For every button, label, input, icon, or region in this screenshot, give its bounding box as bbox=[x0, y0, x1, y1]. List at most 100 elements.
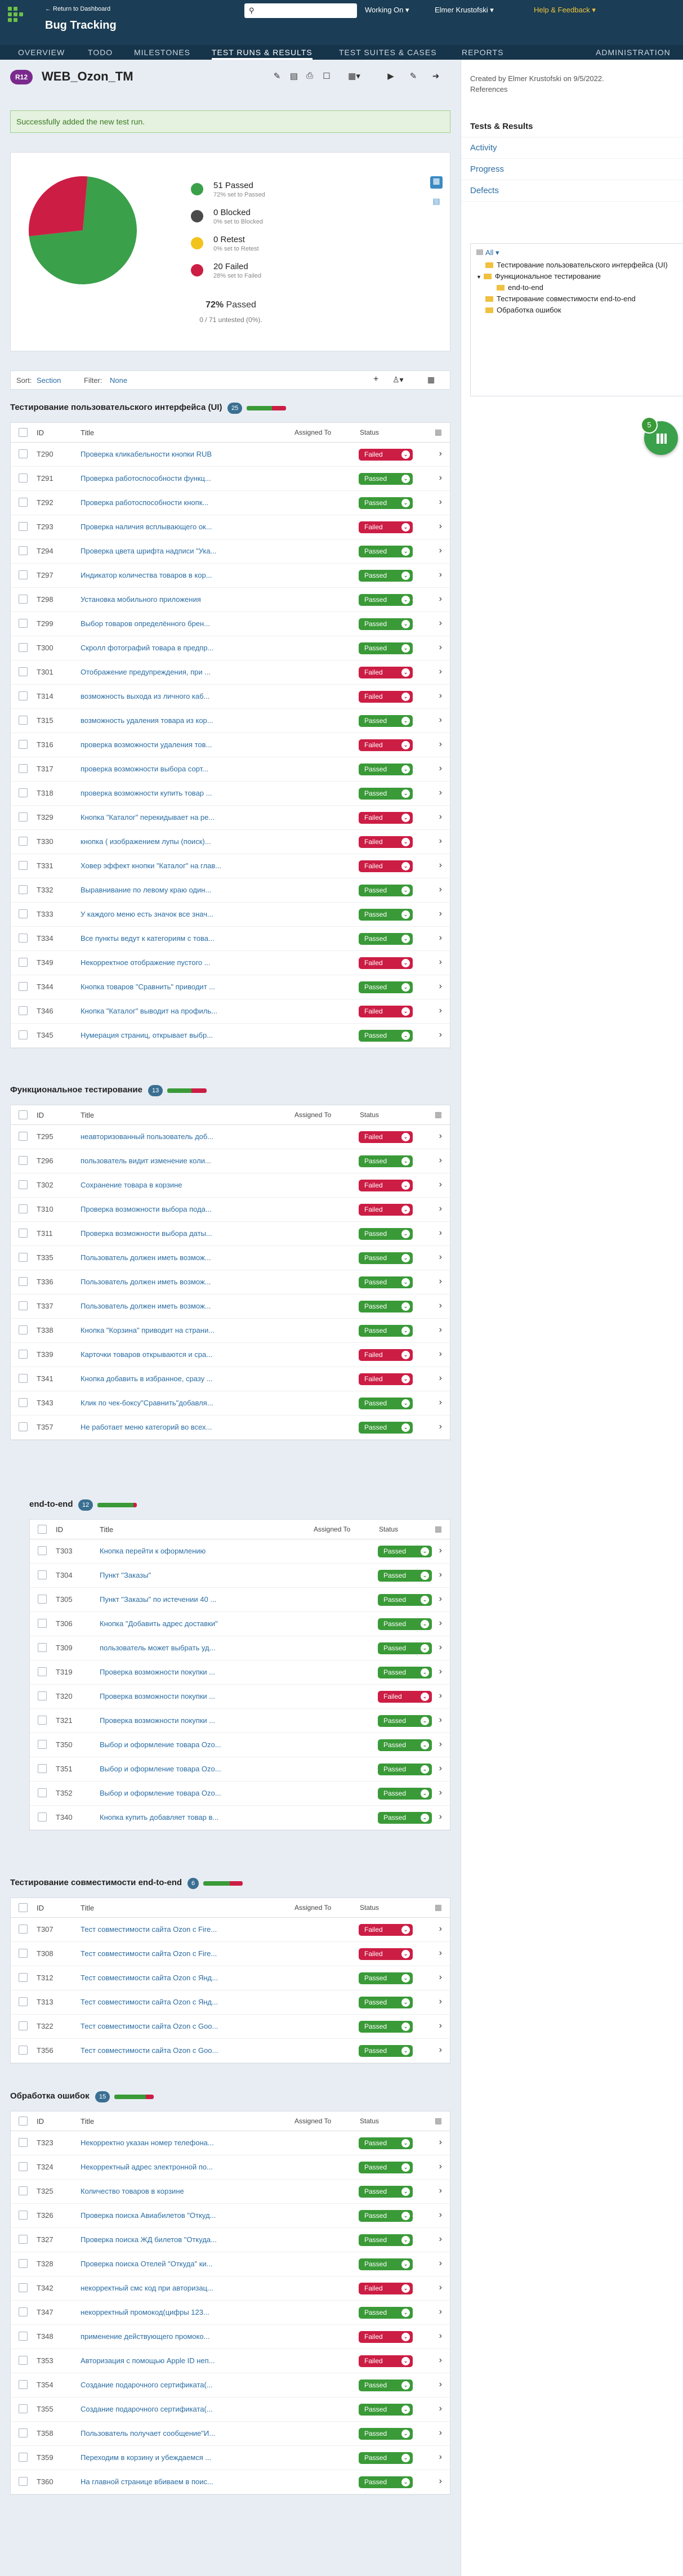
chevron-right-icon[interactable]: › bbox=[439, 1691, 442, 1701]
chevron-right-icon[interactable]: › bbox=[439, 1594, 442, 1604]
status-dropdown[interactable]: Passed ⌄ bbox=[359, 2045, 413, 2057]
chevron-right-icon[interactable]: › bbox=[439, 1228, 442, 1238]
test-title-link[interactable]: Выравнивание по левому краю один... bbox=[81, 886, 272, 894]
columns-icon[interactable]: ▦ bbox=[427, 375, 435, 385]
lock-icon[interactable]: ☐ bbox=[321, 71, 332, 82]
row-checkbox[interactable] bbox=[19, 1229, 28, 1238]
status-dropdown[interactable]: Passed ⌄ bbox=[359, 2186, 413, 2198]
row-checkbox[interactable] bbox=[19, 1301, 28, 1310]
chevron-right-icon[interactable]: › bbox=[439, 2379, 442, 2390]
status-dropdown[interactable]: Passed ⌄ bbox=[359, 1276, 413, 1288]
test-title-link[interactable]: У каждого меню есть значок все знач... bbox=[81, 910, 272, 918]
test-title-link[interactable]: проверка возможности удаления тов... bbox=[81, 740, 272, 749]
row-checkbox[interactable] bbox=[19, 2428, 28, 2437]
test-title-link[interactable]: Кнопка купить добавляет товар в... bbox=[100, 1813, 291, 1821]
chevron-right-icon[interactable]: › bbox=[439, 812, 442, 822]
test-title-link[interactable]: Пользователь должен иметь возмож... bbox=[81, 1278, 272, 1286]
table-row[interactable]: T315 возможность удаления товара из кор..… bbox=[11, 709, 450, 733]
test-title-link[interactable]: некорректный смс код при авторизац... bbox=[81, 2284, 272, 2292]
section-title[interactable]: end-to-end bbox=[29, 1499, 73, 1509]
test-title-link[interactable]: Проверка поиска ЖД билетов "Откуда... bbox=[81, 2235, 272, 2244]
table-row[interactable]: T350 Выбор и оформление товара Ozo... Pass… bbox=[30, 1733, 450, 1757]
test-title-link[interactable]: Некорректный адрес электронной по... bbox=[81, 2163, 272, 2171]
row-checkbox[interactable] bbox=[19, 2162, 28, 2171]
tab-test-runs[interactable]: TEST RUNS & RESULTS bbox=[212, 45, 313, 60]
table-row[interactable]: T316 проверка возможности удаления тов...… bbox=[11, 733, 450, 757]
test-title-link[interactable]: пользователь видит изменение коли... bbox=[81, 1157, 272, 1165]
table-row[interactable]: T329 Кнопка "Каталог" перекидывает на ре.… bbox=[11, 806, 450, 830]
chevron-right-icon[interactable]: › bbox=[439, 1131, 442, 1141]
status-dropdown[interactable]: Failed ⌄ bbox=[359, 739, 413, 751]
table-row[interactable]: T317 проверка возможности выбора сорт... P… bbox=[11, 757, 450, 782]
status-dropdown[interactable]: Passed ⌄ bbox=[359, 2021, 413, 2033]
test-title-link[interactable]: Пункт "Заказы" по истечении 40 ... bbox=[100, 1595, 291, 1604]
row-checkbox[interactable] bbox=[38, 1716, 47, 1725]
status-dropdown[interactable]: Passed ⌄ bbox=[359, 1301, 413, 1312]
table-row[interactable]: T302 Сохранение товара в корзине Failed ⌄ › bbox=[11, 1173, 450, 1198]
chevron-right-icon[interactable]: › bbox=[439, 1349, 442, 1359]
row-checkbox[interactable] bbox=[19, 643, 28, 652]
chevron-right-icon[interactable]: › bbox=[439, 1618, 442, 1628]
chevron-right-icon[interactable]: › bbox=[439, 2021, 442, 2031]
filter-value[interactable]: None bbox=[110, 376, 127, 385]
table-row[interactable]: T340 Кнопка купить добавляет товар в... Pa… bbox=[30, 1806, 450, 1830]
row-checkbox[interactable] bbox=[19, 1325, 28, 1334]
test-title-link[interactable]: некорректный промокод(цифры 123... bbox=[81, 2308, 272, 2316]
row-checkbox[interactable] bbox=[19, 1006, 28, 1015]
test-title-link[interactable]: Кнопка товаров "Сравнить" приводит ... bbox=[81, 983, 272, 991]
status-dropdown[interactable]: Passed ⌄ bbox=[359, 2307, 413, 2319]
table-row[interactable]: T314 возможность выхода из личного каб...… bbox=[11, 685, 450, 709]
table-row[interactable]: T319 Проверка возможности покупки ... Pass… bbox=[30, 1660, 450, 1685]
report-icon[interactable]: ▤ bbox=[288, 71, 300, 82]
chevron-right-icon[interactable]: › bbox=[439, 1398, 442, 1408]
test-title-link[interactable]: Выбор и оформление товара Ozo... bbox=[100, 1789, 291, 1797]
row-checkbox[interactable] bbox=[19, 1997, 28, 2006]
chevron-right-icon[interactable]: › bbox=[439, 764, 442, 774]
add-icon[interactable]: + bbox=[373, 374, 378, 385]
table-row[interactable]: T335 Пользователь должен иметь возмож... P… bbox=[11, 1246, 450, 1270]
chevron-right-icon[interactable]: › bbox=[439, 788, 442, 798]
status-dropdown[interactable]: Passed ⌄ bbox=[359, 1997, 413, 2008]
table-row[interactable]: T291 Проверка работоспособности функц... P… bbox=[11, 467, 450, 491]
test-title-link[interactable]: Проверка наличия всплывающего ок... bbox=[81, 523, 272, 531]
test-title-link[interactable]: Кнопка перейти к оформлению bbox=[100, 1547, 291, 1555]
table-row[interactable]: T337 Пользователь должен иметь возмож... P… bbox=[11, 1294, 450, 1319]
row-checkbox[interactable] bbox=[19, 546, 28, 555]
row-checkbox[interactable] bbox=[19, 1180, 28, 1189]
tree-item-errors[interactable]: Обработка ошибок bbox=[485, 306, 561, 314]
row-checkbox[interactable] bbox=[19, 958, 28, 967]
test-title-link[interactable]: Ховер эффект кнопки "Каталог" на глав... bbox=[81, 861, 272, 870]
row-checkbox[interactable] bbox=[19, 1277, 28, 1286]
return-to-dashboard-link[interactable]: ← Return to Dashboard bbox=[45, 6, 110, 12]
chevron-right-icon[interactable]: › bbox=[439, 546, 442, 556]
row-checkbox[interactable] bbox=[19, 667, 28, 676]
row-checkbox[interactable] bbox=[19, 1949, 28, 1958]
status-dropdown[interactable]: Failed ⌄ bbox=[359, 957, 413, 969]
sidebar-item-defects[interactable]: Defects bbox=[461, 180, 683, 202]
test-title-link[interactable]: применение действующего промоко... bbox=[81, 2332, 272, 2341]
status-dropdown[interactable]: Passed ⌄ bbox=[359, 642, 413, 654]
test-title-link[interactable]: Сохранение товара в корзине bbox=[81, 1181, 272, 1189]
chevron-right-icon[interactable]: › bbox=[439, 667, 442, 677]
row-checkbox[interactable] bbox=[38, 1667, 47, 1676]
row-checkbox[interactable] bbox=[19, 885, 28, 894]
status-dropdown[interactable]: Passed ⌄ bbox=[359, 594, 413, 606]
test-title-link[interactable]: Тест совместимости сайта Ozon с Янд... bbox=[81, 1998, 272, 2006]
row-checkbox[interactable] bbox=[19, 1253, 28, 1262]
row-checkbox[interactable] bbox=[19, 2404, 28, 2413]
test-title-link[interactable]: Переходим в корзину и убеждаемся ... bbox=[81, 2453, 272, 2462]
table-row[interactable]: T349 Некорректное отображение пустого ...… bbox=[11, 951, 450, 975]
table-row[interactable]: T356 Тест совместимости сайта Ozon с Goo.… bbox=[11, 2039, 450, 2063]
section-title[interactable]: Тестирование совместимости end-to-end bbox=[10, 1878, 182, 1887]
table-row[interactable]: T328 Проверка поиска Отелей "Откуда" ки..… bbox=[11, 2252, 450, 2276]
tab-test-suites[interactable]: TEST SUITES & CASES bbox=[339, 45, 437, 60]
status-dropdown[interactable]: Failed ⌄ bbox=[378, 1691, 432, 1703]
chevron-right-icon[interactable]: › bbox=[439, 957, 442, 967]
test-title-link[interactable]: Авторизация с помощью Apple ID неп... bbox=[81, 2356, 272, 2365]
status-dropdown[interactable]: Failed ⌄ bbox=[359, 1131, 413, 1143]
row-checkbox[interactable] bbox=[19, 2380, 28, 2389]
table-row[interactable]: T312 Тест совместимости сайта Ozon с Янд.… bbox=[11, 1966, 450, 1990]
chevron-right-icon[interactable]: › bbox=[439, 2258, 442, 2269]
chevron-right-icon[interactable]: › bbox=[439, 2307, 442, 2317]
test-title-link[interactable]: Установка мобильного приложения bbox=[81, 595, 272, 604]
